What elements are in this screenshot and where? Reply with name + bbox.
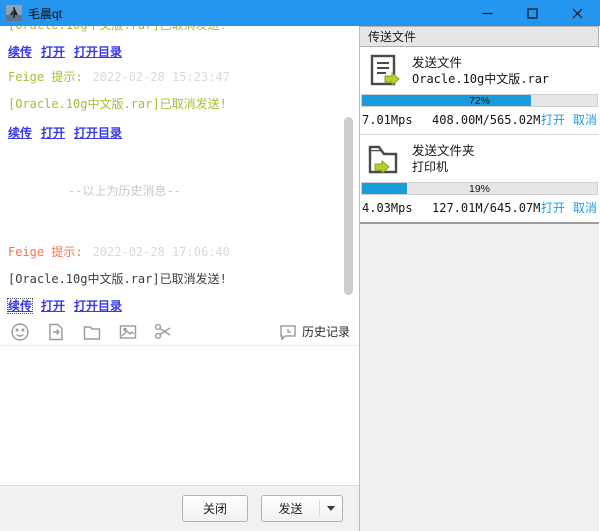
message-header: Feige 提示: 2022-02-28 15:23:47 xyxy=(8,70,230,84)
sender-label: Feige 提示: xyxy=(8,70,83,84)
transfer-progress-bar: 72% xyxy=(361,94,598,107)
transfer-panel-header: 传送文件 xyxy=(360,26,599,47)
open-link[interactable]: 打开 xyxy=(41,299,65,313)
folder-icon[interactable] xyxy=(81,321,102,342)
transfer-progress-bar: 19% xyxy=(361,182,598,195)
send-dropdown-button[interactable] xyxy=(320,506,342,511)
image-icon[interactable] xyxy=(117,321,138,342)
sender-label: Feige 提示: xyxy=(8,245,83,259)
history-button[interactable]: 历史记录 xyxy=(279,323,350,341)
chat-column: [Oracle.10g中文版.rar]已取消发送! 续传打开打开目录 Feige… xyxy=(0,26,360,531)
message-input-area[interactable] xyxy=(0,346,359,485)
file-send-icon xyxy=(367,54,401,88)
transfer-folder-name: 打印机 xyxy=(412,159,475,175)
history-label: 历史记录 xyxy=(302,323,350,340)
message-action-links: 续传打开打开目录 xyxy=(8,299,131,313)
minimize-button[interactable] xyxy=(465,0,510,26)
emoji-icon[interactable] xyxy=(9,321,30,342)
open-link[interactable]: 打开 xyxy=(41,126,65,140)
transfer-item-file: 发送文件 Oracle.10g中文版.rar 72% 7.01Mps 408.0… xyxy=(360,47,599,135)
close-chat-button[interactable]: 关闭 xyxy=(182,495,248,522)
transfer-size-progress: 127.01M/645.07M xyxy=(432,201,540,215)
clipped-message: [Oracle.10g中文版.rar]已取消发送! xyxy=(8,26,227,32)
open-link[interactable]: 打开 xyxy=(41,45,65,59)
transfer-file-name: Oracle.10g中文版.rar xyxy=(412,71,549,87)
transfer-open-link[interactable]: 打开 xyxy=(541,111,565,128)
composer-toolbar: 历史记录 xyxy=(0,318,359,346)
transfer-type-label: 发送文件 xyxy=(412,55,549,71)
transfer-progress-percent: 72% xyxy=(362,95,597,107)
transfer-cancel-link[interactable]: 取消 xyxy=(573,111,597,128)
chat-message-area[interactable]: [Oracle.10g中文版.rar]已取消发送! 续传打开打开目录 Feige… xyxy=(0,26,359,318)
transfer-size-progress: 408.00M/565.02M xyxy=(432,113,540,127)
message-action-links: 续传打开打开目录 xyxy=(8,126,131,140)
message-body: [Oracle.10g中文版.rar]已取消发送! xyxy=(8,97,227,111)
window-title: 毛晨qt xyxy=(28,5,62,22)
folder-send-icon xyxy=(367,142,401,176)
app-icon xyxy=(6,5,22,21)
message-action-links: 续传打开打开目录 xyxy=(8,45,131,59)
open-dir-link[interactable]: 打开目录 xyxy=(74,126,122,140)
timestamp: 2022-02-28 15:23:47 xyxy=(93,70,230,84)
title-bar[interactable]: 毛晨qt xyxy=(0,0,600,26)
transfer-item-folder: 发送文件夹 打印机 19% 4.03Mps 127.01M/645.07M 打开… xyxy=(360,135,599,224)
send-button-label[interactable]: 发送 xyxy=(262,500,319,517)
resume-link[interactable]: 续传 xyxy=(8,126,32,140)
open-dir-link[interactable]: 打开目录 xyxy=(74,45,122,59)
transfer-panel-empty-area xyxy=(360,224,599,531)
composer-footer: 关闭 发送 xyxy=(0,485,359,531)
scissors-icon[interactable] xyxy=(153,321,174,342)
transfer-type-label: 发送文件夹 xyxy=(412,143,475,159)
timestamp: 2022-02-28 17:06:40 xyxy=(93,245,230,259)
history-bubble-icon xyxy=(279,323,297,341)
message-header: Feige 提示: 2022-02-28 17:06:40 xyxy=(8,245,230,259)
dropdown-caret-icon xyxy=(327,506,335,511)
send-file-icon[interactable] xyxy=(45,321,66,342)
resume-link[interactable]: 续传 xyxy=(8,299,32,313)
transfer-open-link[interactable]: 打开 xyxy=(541,199,565,216)
open-dir-link[interactable]: 打开目录 xyxy=(74,299,122,313)
send-button[interactable]: 发送 xyxy=(261,495,343,522)
history-divider-text: --以上为历史消息-- xyxy=(68,184,181,198)
message-body: [Oracle.10g中文版.rar]已取消发送! xyxy=(8,272,227,286)
transfer-cancel-link[interactable]: 取消 xyxy=(573,199,597,216)
maximize-button[interactable] xyxy=(510,0,555,26)
resume-link[interactable]: 续传 xyxy=(8,45,32,59)
close-button[interactable] xyxy=(555,0,600,26)
transfer-speed: 7.01Mps xyxy=(362,113,432,127)
chat-scrollbar-thumb[interactable] xyxy=(344,117,353,295)
transfer-progress-percent: 19% xyxy=(362,183,597,195)
transfer-speed: 4.03Mps xyxy=(362,201,432,215)
transfer-panel: 传送文件 发送文件 Oracle.10g中文版.rar 72% xyxy=(360,26,599,531)
